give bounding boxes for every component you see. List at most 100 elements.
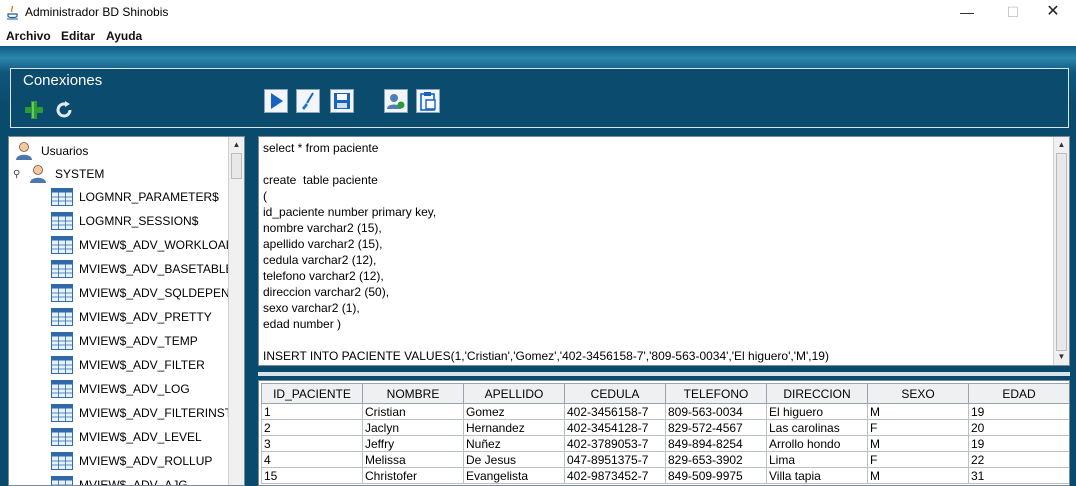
table-cell[interactable]: 047-8951375-7 (564, 451, 666, 468)
table-cell[interactable]: M (867, 435, 969, 452)
table-row[interactable]: 2 Jaclyn Hernandez 402-3454128-7 829-572-456… (261, 419, 1069, 436)
table-cell[interactable]: Evangelista (463, 467, 565, 484)
table-cell[interactable]: Gomez (463, 403, 565, 420)
table-cell[interactable]: Christofer (362, 467, 464, 484)
tree-schema-system[interactable]: ⚲ SYSTEM (13, 163, 104, 185)
table-cell[interactable]: 829-572-4567 (665, 419, 767, 436)
run-query-button[interactable] (264, 89, 288, 113)
table-cell[interactable]: 2 (261, 419, 363, 436)
table-cell[interactable]: 19 (968, 435, 1069, 452)
minimize-button[interactable]: — (944, 0, 990, 26)
table-cell[interactable]: 20 (968, 419, 1069, 436)
table-cell[interactable]: Melissa (362, 451, 464, 468)
table-cell[interactable]: 4 (261, 451, 363, 468)
add-connection-button[interactable] (23, 99, 47, 123)
table-cell[interactable]: 849-894-8254 (665, 435, 767, 452)
table-cell[interactable]: Lima (766, 451, 868, 468)
table-cell[interactable]: 402-3456158-7 (564, 403, 666, 420)
column-header[interactable]: DIRECCION (766, 383, 868, 404)
table-cell[interactable]: F (867, 419, 969, 436)
table-cell[interactable]: 31 (968, 467, 1069, 484)
table-cell[interactable]: El higuero (766, 403, 868, 420)
table-cell[interactable]: Nuñez (463, 435, 565, 452)
tree-table-label: MVIEW$_ADV_LOG (79, 382, 190, 396)
paste-button[interactable] (416, 89, 440, 113)
menu-archivo[interactable]: Archivo (6, 29, 51, 43)
sql-editor-text[interactable]: select * from paciente create table paci… (263, 140, 829, 364)
menu-editar[interactable]: Editar (61, 29, 95, 43)
tree-table-item[interactable]: MVIEW$_ADV_AJG (51, 474, 188, 485)
table-cell[interactable]: Villa tapia (766, 467, 868, 484)
tree-table-item[interactable]: LOGMNR_PARAMETER$ (51, 186, 219, 208)
table-row[interactable]: 15 Christofer Evangelista 402-9873452-7 849-… (261, 467, 1069, 484)
tree-table-item[interactable]: MVIEW$_ADV_LOG (51, 378, 190, 400)
tree-root-usuarios[interactable]: Usuarios (13, 140, 88, 162)
table-cell[interactable]: Las carolinas (766, 419, 868, 436)
save-button[interactable] (330, 89, 354, 113)
tree-table-item[interactable]: MVIEW$_ADV_WORKLOAD (51, 234, 234, 256)
scroll-up-icon[interactable]: ▲ (229, 138, 244, 152)
window-title: Administrador BD Shinobis (25, 5, 169, 19)
tree-table-label: MVIEW$_ADV_TEMP (79, 334, 198, 348)
tree-table-item[interactable]: MVIEW$_ADV_SQLDEPEND (51, 282, 238, 304)
table-cell[interactable]: 1 (261, 403, 363, 420)
tree-table-label: MVIEW$_ADV_PRETTY (79, 310, 212, 324)
table-cell[interactable]: Cristian (362, 403, 464, 420)
scroll-thumb[interactable] (231, 153, 242, 179)
tree-table-item[interactable]: MVIEW$_ADV_TEMP (51, 330, 198, 352)
table-cell[interactable]: De Jesus (463, 451, 565, 468)
column-header[interactable]: NOMBRE (362, 383, 464, 404)
tree-table-item[interactable]: LOGMNR_SESSION$ (51, 210, 198, 232)
table-cell[interactable]: 849-509-9975 (665, 467, 767, 484)
editor-scrollbar[interactable]: ▲ ▼ (1053, 137, 1069, 365)
users-button[interactable] (384, 89, 408, 113)
column-header[interactable]: SEXO (867, 383, 969, 404)
tree-table-item[interactable]: MVIEW$_ADV_BASETABLE (51, 258, 234, 280)
tree-table-label: MVIEW$_ADV_WORKLOAD (79, 238, 235, 252)
table-cell[interactable]: Jeffry (362, 435, 464, 452)
menu-ayuda[interactable]: Ayuda (106, 29, 142, 43)
table-row[interactable]: 4 Melissa De Jesus 047-8951375-7 829-653-390… (261, 451, 1069, 468)
table-cell[interactable]: 829-653-3902 (665, 451, 767, 468)
table-cell[interactable]: 3 (261, 435, 363, 452)
column-header[interactable]: CEDULA (564, 383, 666, 404)
tree-table-item[interactable]: MVIEW$_ADV_FILTERINSTA (51, 402, 239, 424)
tree-table-item[interactable]: MVIEW$_ADV_ROLLUP (51, 450, 212, 472)
column-header[interactable]: TELEFONO (665, 383, 767, 404)
table-cell[interactable]: 15 (261, 467, 363, 484)
column-header[interactable]: ID_PACIENTE (261, 383, 363, 404)
clear-editor-button[interactable] (296, 89, 320, 113)
tree-scrollbar[interactable]: ▲ (228, 137, 244, 485)
table-cell[interactable]: Arrollo hondo (766, 435, 868, 452)
table-cell[interactable]: Hernandez (463, 419, 565, 436)
clipboard-icon (420, 92, 436, 111)
table-row[interactable]: 1 Cristian Gomez 402-3456158-7 809-563-0034 E… (261, 403, 1069, 420)
scroll-thumb[interactable] (1056, 153, 1067, 351)
table-icon (51, 452, 73, 470)
table-cell[interactable]: M (867, 467, 969, 484)
refresh-connections-button[interactable] (53, 99, 77, 123)
tree-table-item[interactable]: MVIEW$_ADV_LEVEL (51, 426, 202, 448)
table-row[interactable]: 3 Jeffry Nuñez 402-3789053-7 849-894-8254 Arr… (261, 435, 1069, 452)
column-header[interactable]: EDAD (968, 383, 1069, 404)
table-cell[interactable]: F (867, 451, 969, 468)
table-cell[interactable]: Jaclyn (362, 419, 464, 436)
tree-root-label: Usuarios (41, 144, 89, 158)
sql-editor[interactable]: select * from paciente create table paci… (258, 136, 1070, 366)
tree-toggle-icon[interactable]: ⚲ (13, 169, 27, 180)
table-cell[interactable]: 402-9873452-7 (564, 467, 666, 484)
table-cell[interactable]: 809-563-0034 (665, 403, 767, 420)
table-cell[interactable]: 19 (968, 403, 1069, 420)
tree-table-item[interactable]: MVIEW$_ADV_PRETTY (51, 306, 212, 328)
table-cell[interactable]: 402-3454128-7 (564, 419, 666, 436)
run-icon (271, 93, 283, 109)
scroll-up-icon[interactable]: ▲ (1054, 138, 1069, 152)
column-header[interactable]: APELLIDO (463, 383, 565, 404)
close-button[interactable]: ✕ (1030, 0, 1076, 26)
scroll-down-icon[interactable]: ▼ (1054, 350, 1069, 364)
split-divider[interactable] (258, 372, 1070, 376)
table-cell[interactable]: 402-3789053-7 (564, 435, 666, 452)
table-cell[interactable]: 22 (968, 451, 1069, 468)
tree-table-item[interactable]: MVIEW$_ADV_FILTER (51, 354, 205, 376)
table-cell[interactable]: M (867, 403, 969, 420)
